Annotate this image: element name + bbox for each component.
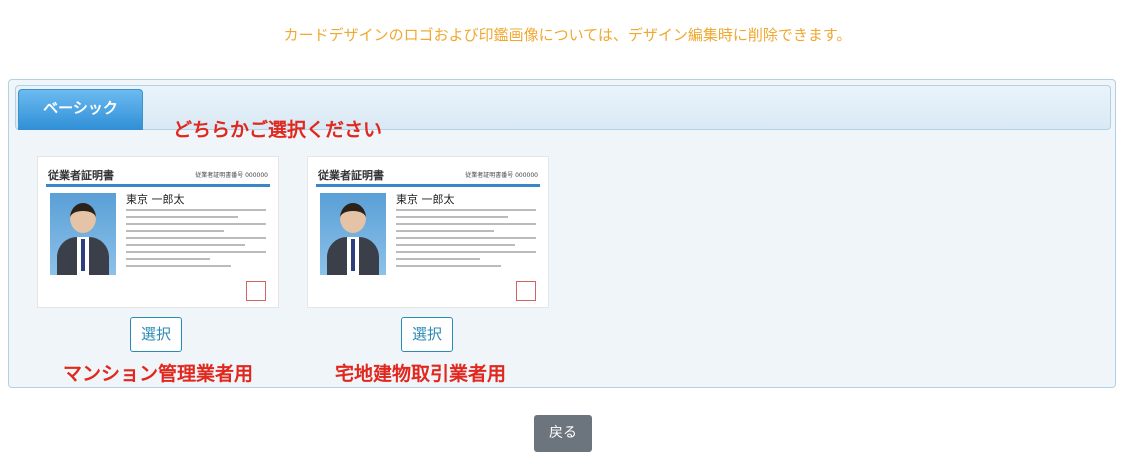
id-photo	[320, 193, 386, 275]
design-notice: カードデザインのロゴおよび印鑑画像については、デザイン編集時に削除できます。	[283, 26, 852, 44]
card-header-bar	[46, 184, 270, 187]
card-preview-mansion: 従業者証明書 従業者証明書番号 000000 東京 一郎太	[37, 156, 279, 308]
card-number-label: 従業者証明書番号 000000	[465, 172, 538, 179]
card-detail-lines	[396, 209, 536, 272]
select-button-mansion[interactable]: 選択	[130, 317, 182, 352]
card-title: 従業者証明書	[48, 169, 114, 182]
card-preview-real-estate: 従業者証明書 従業者証明書番号 000000 東京 一郎太	[307, 156, 549, 308]
card-detail-lines	[126, 209, 266, 272]
card-person-name: 東京 一郎太	[126, 193, 185, 206]
seal-stamp-icon	[246, 281, 266, 301]
seal-stamp-icon	[516, 281, 536, 301]
design-panel: ベーシック どちらかご選択ください 従業者証明書 従業者証明書番号 000000…	[8, 79, 1116, 388]
selection-prompt: どちらかご選択ください	[173, 119, 383, 141]
select-button-real-estate[interactable]: 選択	[401, 317, 453, 352]
card-title: 従業者証明書	[318, 169, 384, 182]
tab-basic[interactable]: ベーシック	[18, 89, 143, 130]
id-photo	[50, 193, 116, 275]
caption-mansion: マンション管理業者用	[63, 363, 254, 385]
caption-real-estate: 宅地建物取引業者用	[335, 363, 507, 385]
card-number-label: 従業者証明書番号 000000	[195, 172, 268, 179]
back-button[interactable]: 戻る	[534, 415, 592, 452]
card-header-bar	[316, 184, 540, 187]
card-person-name: 東京 一郎太	[396, 193, 455, 206]
